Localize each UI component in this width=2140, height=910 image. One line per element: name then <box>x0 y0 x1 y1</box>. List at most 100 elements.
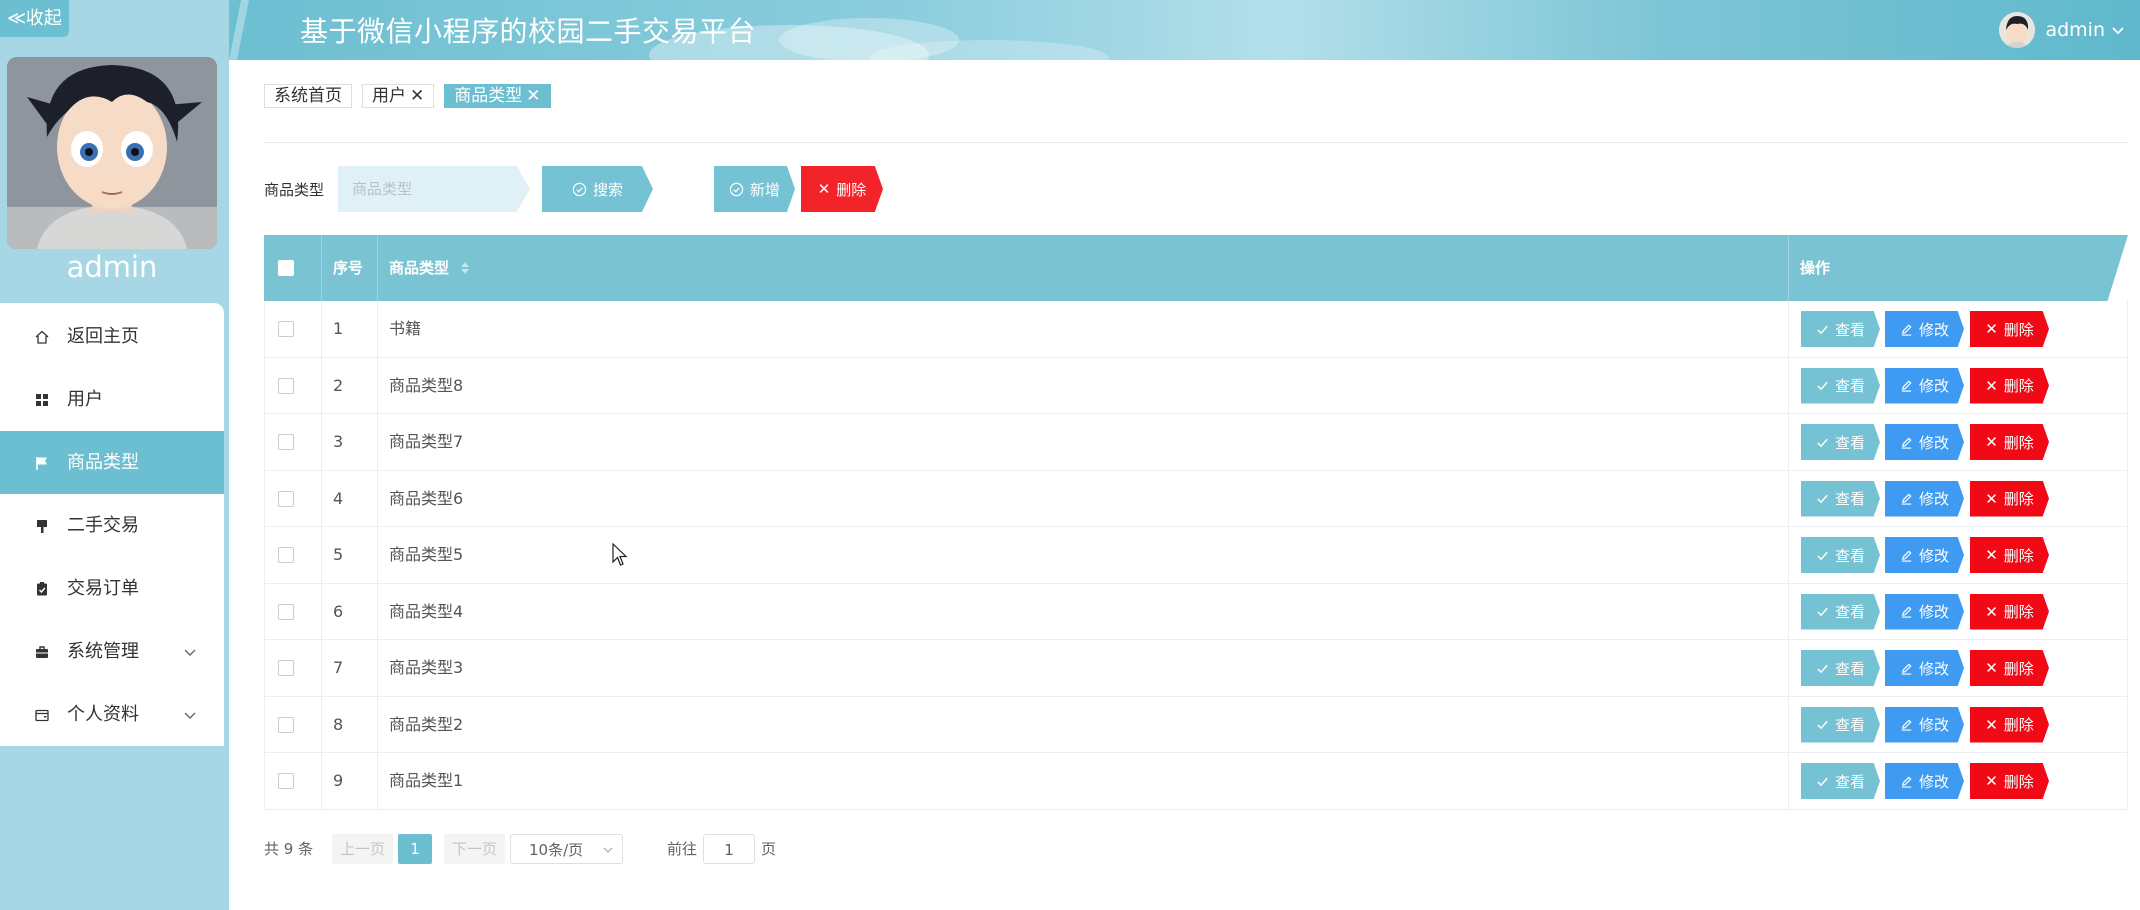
sidebar-item-second-hand[interactable]: 二手交易 <box>0 494 224 557</box>
collapse-button[interactable]: ≪收起 <box>0 0 69 37</box>
edit-button-label: 修改 <box>1918 320 1949 339</box>
sidebar-item-home[interactable]: 返回主页 <box>0 305 224 368</box>
edit-button[interactable]: 修改 <box>1885 424 1964 460</box>
row-checkbox[interactable] <box>278 377 294 394</box>
tag-home[interactable]: 系统首页 <box>264 84 352 108</box>
row-checkbox[interactable] <box>278 321 294 337</box>
goto-page-input[interactable]: 1 <box>703 834 755 864</box>
edit-button[interactable]: 修改 <box>1885 706 1964 743</box>
row-product-type: 商品类型6 <box>389 488 464 508</box>
column-divider <box>1788 527 1789 583</box>
view-button[interactable]: 查看 <box>1801 367 1880 404</box>
edit-button[interactable]: 修改 <box>1885 593 1964 630</box>
header-bar: 基于微信小程序的校园二手交易平台 admin <box>229 0 2140 60</box>
row-index: 2 <box>333 375 344 395</box>
view-button[interactable]: 查看 <box>1801 480 1880 517</box>
edit-button-label: 修改 <box>1918 603 1949 621</box>
column-divider <box>377 301 378 357</box>
close-icon: ✕ <box>1985 433 1998 451</box>
edit-button[interactable]: 修改 <box>1885 650 1964 686</box>
current-page-button[interactable]: 1 <box>398 834 432 864</box>
column-divider <box>321 753 322 809</box>
delete-button[interactable]: ✕ 删除 <box>1970 480 2049 517</box>
column-header-type[interactable]: 商品类型 <box>389 235 470 301</box>
view-button[interactable]: 查看 <box>1801 706 1880 743</box>
delete-button[interactable]: ✕ 删除 <box>1970 593 2049 630</box>
batch-delete-button[interactable]: ✕ 删除 <box>801 166 883 212</box>
row-checkbox[interactable] <box>278 660 294 676</box>
view-button[interactable]: 查看 <box>1801 311 1880 347</box>
close-icon: ✕ <box>1985 659 1998 677</box>
delete-button-label: 删除 <box>2003 546 2034 565</box>
sidebar-item-label: 用户 <box>67 389 103 410</box>
edit-button[interactable]: 修改 <box>1885 367 1964 404</box>
edit-button-label: 修改 <box>1918 490 1949 508</box>
table-row: 7 商品类型3 查看 修改 ✕ 删除 <box>264 640 2128 697</box>
avatar-illustration <box>7 57 217 249</box>
edit-button[interactable]: 修改 <box>1885 480 1964 517</box>
tag-users[interactable]: 用户 ✕ <box>362 84 435 108</box>
sidebar-item-orders[interactable]: 交易订单 <box>0 557 224 620</box>
view-button[interactable]: 查看 <box>1801 650 1880 686</box>
sort-icon[interactable] <box>460 261 470 275</box>
header-user-menu[interactable]: admin <box>1999 8 2125 52</box>
close-icon: ✕ <box>1985 489 1998 508</box>
chevron-down-icon <box>184 649 196 656</box>
delete-button-label: 删除 <box>2003 377 2034 395</box>
delete-button[interactable]: ✕ 删除 <box>1970 367 2049 404</box>
row-checkbox[interactable] <box>278 603 294 620</box>
row-checkbox[interactable] <box>278 434 294 450</box>
sidebar-item-system[interactable]: 系统管理 <box>0 620 224 683</box>
close-icon[interactable]: ✕ <box>526 85 540 107</box>
column-divider <box>321 414 322 470</box>
sidebar-item-label: 二手交易 <box>67 515 139 536</box>
row-index: 3 <box>333 432 344 451</box>
delete-button-label: 删除 <box>2003 320 2034 339</box>
view-button[interactable]: 查看 <box>1801 424 1880 460</box>
row-checkbox[interactable] <box>278 547 294 563</box>
column-divider <box>377 235 378 301</box>
column-divider <box>1788 640 1789 696</box>
tag-product-types[interactable]: 商品类型 ✕ <box>444 84 551 108</box>
delete-button[interactable]: ✕ 删除 <box>1970 311 2049 347</box>
edit-button[interactable]: 修改 <box>1885 311 1964 347</box>
view-button[interactable]: 查看 <box>1801 763 1880 799</box>
pagination-total: 共 9 条 <box>264 840 314 858</box>
edit-button[interactable]: 修改 <box>1885 537 1964 573</box>
delete-button[interactable]: ✕ 删除 <box>1970 763 2049 799</box>
close-icon[interactable]: ✕ <box>410 85 424 107</box>
column-divider <box>377 640 378 696</box>
edit-button[interactable]: 修改 <box>1885 763 1964 799</box>
sidebar-item-product-types[interactable]: 商品类型 <box>0 431 224 494</box>
page-size-select[interactable]: 10条/页 <box>510 834 623 864</box>
delete-button[interactable]: ✕ 删除 <box>1970 537 2049 573</box>
select-all-checkbox[interactable] <box>278 260 294 276</box>
column-header-index: 序号 <box>333 259 364 277</box>
sidebar-item-profile[interactable]: 个人资料 <box>0 683 224 746</box>
row-checkbox[interactable] <box>278 716 294 733</box>
delete-button[interactable]: ✕ 删除 <box>1970 424 2049 460</box>
search-label: 商品类型 <box>264 181 325 199</box>
delete-button[interactable]: ✕ 删除 <box>1970 706 2049 743</box>
view-button[interactable]: 查看 <box>1801 537 1880 573</box>
edit-button-label: 修改 <box>1918 659 1949 678</box>
search-button[interactable]: 搜索 <box>542 166 653 212</box>
prev-page-button[interactable]: 上一页 <box>332 834 394 864</box>
column-divider <box>1788 583 1789 639</box>
search-input[interactable] <box>338 166 530 212</box>
wallet-icon <box>35 709 49 722</box>
row-checkbox[interactable] <box>278 773 294 789</box>
sidebar-item-users[interactable]: 用户 <box>0 368 224 431</box>
column-divider <box>377 583 378 639</box>
add-button[interactable]: 新增 <box>714 166 795 212</box>
tag-label: 系统首页 <box>274 86 342 106</box>
delete-button[interactable]: ✕ 删除 <box>1970 650 2049 686</box>
row-product-type: 商品类型8 <box>389 375 464 395</box>
close-icon: ✕ <box>817 180 831 198</box>
row-checkbox[interactable] <box>278 490 294 507</box>
table-row: 3 商品类型7 查看 修改 ✕ 删除 <box>264 414 2128 471</box>
view-button[interactable]: 查看 <box>1801 593 1880 630</box>
chevron-down-icon <box>2112 27 2124 35</box>
next-page-button[interactable]: 下一页 <box>444 834 506 864</box>
add-button-label: 新增 <box>749 180 780 199</box>
